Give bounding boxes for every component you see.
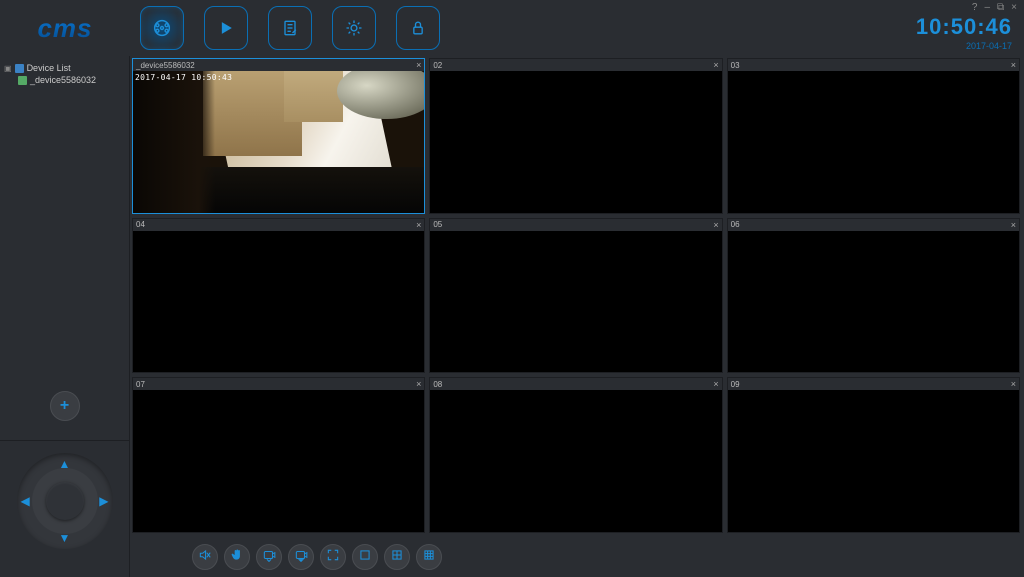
cell-header: 04 × (133, 219, 424, 231)
clock-date: 2017-04-17 (916, 41, 1012, 51)
nav-playback-button[interactable] (204, 6, 248, 50)
cell-header: 05 × (430, 219, 721, 231)
video-cell-7[interactable]: 07 × (132, 377, 425, 533)
cell-title: 09 (731, 380, 740, 389)
folder-icon (15, 64, 24, 73)
video-cell-1[interactable]: _device5586032 × 2017-04-17 10:50:43 (132, 58, 425, 214)
minimize-button[interactable]: – (982, 2, 993, 13)
cell-close-button[interactable]: × (713, 60, 718, 70)
video-cell-9[interactable]: 09 × (727, 377, 1020, 533)
cell-close-button[interactable]: × (1011, 220, 1016, 230)
cell-close-button[interactable]: × (416, 220, 421, 230)
cell-title: 08 (433, 380, 442, 389)
log-icon (280, 18, 300, 38)
cell-close-button[interactable]: × (713, 220, 718, 230)
ptz-down-button[interactable]: ▼ (59, 531, 71, 545)
mute-icon (198, 548, 212, 567)
camera-icon (18, 76, 27, 85)
cell-title: 02 (433, 61, 442, 70)
layout-1-button[interactable] (352, 544, 378, 570)
top-bar: cms (0, 0, 1024, 56)
video-cell-6[interactable]: 06 × (727, 218, 1020, 374)
window-controls: ? – ⧉ × (970, 2, 1020, 13)
snapshot-button[interactable] (256, 544, 282, 570)
cell-header: 06 × (728, 219, 1019, 231)
camera-out-icon (262, 548, 276, 567)
cell-header: 08 × (430, 378, 721, 390)
video-cell-8[interactable]: 08 × (429, 377, 722, 533)
cell-close-button[interactable]: × (416, 60, 421, 70)
hand-button[interactable] (224, 544, 250, 570)
gear-icon (344, 18, 364, 38)
cell-header: 03 × (728, 59, 1019, 71)
cell-close-button[interactable]: × (713, 379, 718, 389)
video-cell-5[interactable]: 05 × (429, 218, 722, 374)
cell-header: 02 × (430, 59, 721, 71)
layout-1-icon (358, 548, 372, 567)
ptz-left-button[interactable]: ◀ (21, 494, 30, 508)
ptz-control: ▲ ▼ ◀ ▶ (17, 453, 113, 549)
clock-time: 10:50:46 (916, 14, 1012, 40)
camera-in-icon (294, 548, 308, 567)
tree-device-label: _device5586032 (30, 75, 96, 85)
device-tree: ▣ Device List _device5586032 (0, 56, 129, 92)
lock-icon (408, 18, 428, 38)
ptz-center-button[interactable] (46, 482, 84, 520)
ptz-up-button[interactable]: ▲ (59, 457, 71, 471)
cell-title: 07 (136, 380, 145, 389)
cell-header: 07 × (133, 378, 424, 390)
video-cell-2[interactable]: 02 × (429, 58, 722, 214)
tree-root-label: Device List (27, 63, 71, 73)
logo-text: cms (37, 13, 92, 44)
help-button[interactable]: ? (970, 2, 981, 13)
live-view-icon (151, 17, 173, 39)
close-window-button[interactable]: × (1009, 2, 1020, 13)
ptz-disc: ▲ ▼ ◀ ▶ (17, 453, 113, 549)
mute-button[interactable] (192, 544, 218, 570)
layout-4-icon (390, 548, 404, 567)
layout-4-button[interactable] (384, 544, 410, 570)
cell-title: 05 (433, 220, 442, 229)
tree-collapse-icon: ▣ (4, 64, 12, 73)
ptz-right-button[interactable]: ▶ (99, 494, 108, 508)
play-icon (216, 18, 236, 38)
nav-buttons (140, 6, 440, 50)
nav-log-button[interactable] (268, 6, 312, 50)
cell-title: 06 (731, 220, 740, 229)
sidebar: ▣ Device List _device5586032 + ▲ ▼ ◀ ▶ (0, 56, 130, 577)
video-cell-4[interactable]: 04 × (132, 218, 425, 374)
cell-title: _device5586032 (136, 61, 195, 70)
nav-settings-button[interactable] (332, 6, 376, 50)
fullscreen-button[interactable] (320, 544, 346, 570)
hand-icon (230, 548, 244, 567)
layout-9-button[interactable] (416, 544, 442, 570)
nav-live-button[interactable] (140, 6, 184, 50)
cell-title: 03 (731, 61, 740, 70)
video-cell-3[interactable]: 03 × (727, 58, 1020, 214)
maximize-button[interactable]: ⧉ (995, 2, 1007, 13)
add-device-button[interactable]: + (50, 391, 80, 421)
cell-header: 09 × (728, 378, 1019, 390)
video-feed (133, 71, 424, 213)
video-grid: _device5586032 × 2017-04-17 10:50:43 02 × 03 ×… (132, 58, 1020, 533)
app-logo: cms (0, 13, 130, 44)
cell-close-button[interactable]: × (1011, 60, 1016, 70)
tree-device[interactable]: _device5586032 (18, 74, 125, 86)
clock: 10:50:46 2017-04-17 (916, 14, 1012, 51)
video-osd-timestamp: 2017-04-17 10:50:43 (135, 73, 232, 82)
record-button[interactable] (288, 544, 314, 570)
tree-root[interactable]: ▣ Device List (4, 62, 125, 74)
expand-icon (326, 548, 340, 567)
plus-icon: + (60, 397, 69, 415)
layout-9-icon (422, 548, 436, 567)
cell-title: 04 (136, 220, 145, 229)
nav-lock-button[interactable] (396, 6, 440, 50)
cell-close-button[interactable]: × (416, 379, 421, 389)
sidebar-divider (0, 440, 129, 441)
cell-close-button[interactable]: × (1011, 379, 1016, 389)
cell-header: _device5586032 × (133, 59, 424, 71)
bottom-toolbar (132, 537, 1024, 577)
